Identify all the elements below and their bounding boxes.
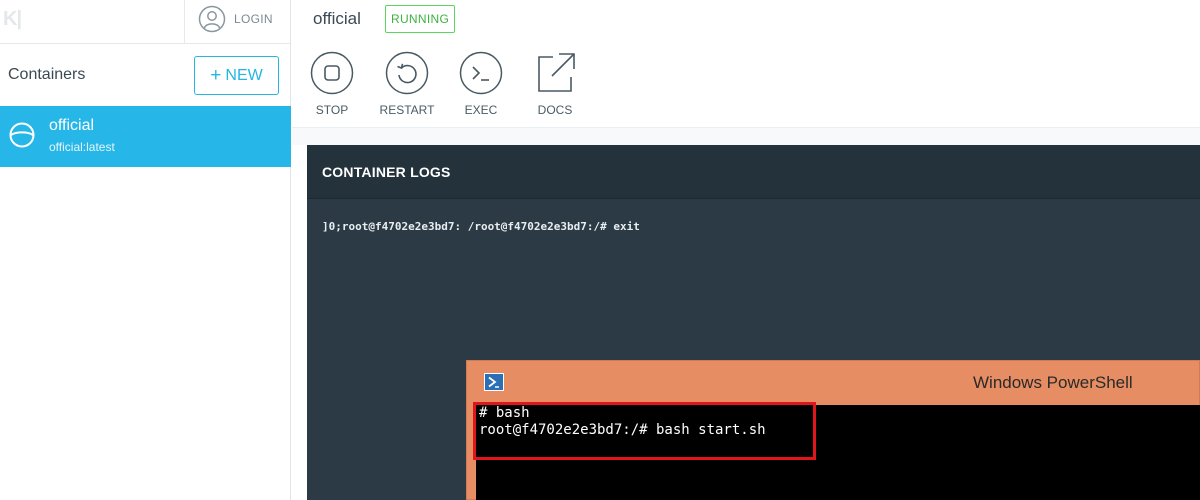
exec-button[interactable]: EXEC	[451, 51, 511, 117]
app-logo: K|	[3, 8, 22, 30]
login-label: LOGIN	[234, 12, 273, 26]
restart-label: RESTART	[379, 103, 435, 117]
new-button-label: NEW	[225, 66, 263, 84]
sidebar-top-bar: K| LOGIN	[0, 0, 290, 44]
plus-icon: +	[210, 64, 222, 86]
header-separator	[292, 127, 1200, 145]
containers-title: Containers	[8, 66, 86, 83]
status-badge: RUNNING	[385, 5, 456, 33]
container-title: official	[313, 9, 361, 28]
log-line: ]0;root@f4702e2e3bd7: /root@f4702e2e3bd7…	[322, 220, 640, 233]
exec-label: EXEC	[464, 103, 498, 117]
logs-header: CONTAINER LOGS	[307, 145, 1200, 199]
terminal-icon	[459, 51, 503, 95]
console-line: # bash	[479, 405, 530, 421]
container-name: official	[49, 117, 95, 134]
new-container-button[interactable]: + NEW	[194, 56, 279, 95]
container-running-icon	[9, 122, 35, 148]
container-image: official:latest	[49, 140, 115, 154]
docs-label: DOCS	[537, 103, 573, 117]
login-button[interactable]: LOGIN	[198, 4, 273, 34]
kitematic-window: K| LOGIN Containers + NEW official offic…	[0, 0, 1200, 500]
external-link-icon	[538, 53, 575, 92]
console-line: root@f4702e2e3bd7:/# bash start.sh	[479, 422, 766, 438]
powershell-icon	[484, 373, 504, 391]
restart-icon	[385, 51, 429, 95]
docs-button[interactable]: DOCS	[525, 51, 585, 117]
container-list-item[interactable]: official official:latest	[0, 106, 291, 167]
user-icon	[198, 5, 226, 33]
stop-icon	[310, 51, 354, 95]
powershell-title: Windows PowerShell	[973, 373, 1133, 392]
stop-label: STOP	[315, 103, 349, 117]
sidebar: K| LOGIN Containers + NEW official offic…	[0, 0, 291, 500]
stop-button[interactable]: STOP	[302, 51, 362, 117]
restart-button[interactable]: RESTART	[377, 51, 437, 117]
powershell-console[interactable]: # bash root@f4702e2e3bd7:/# bash start.s…	[473, 402, 1200, 500]
logs-title: CONTAINER LOGS	[322, 164, 451, 180]
powershell-window[interactable]: Windows PowerShell # bash root@f4702e2e3…	[466, 360, 1200, 500]
divider	[184, 0, 185, 44]
